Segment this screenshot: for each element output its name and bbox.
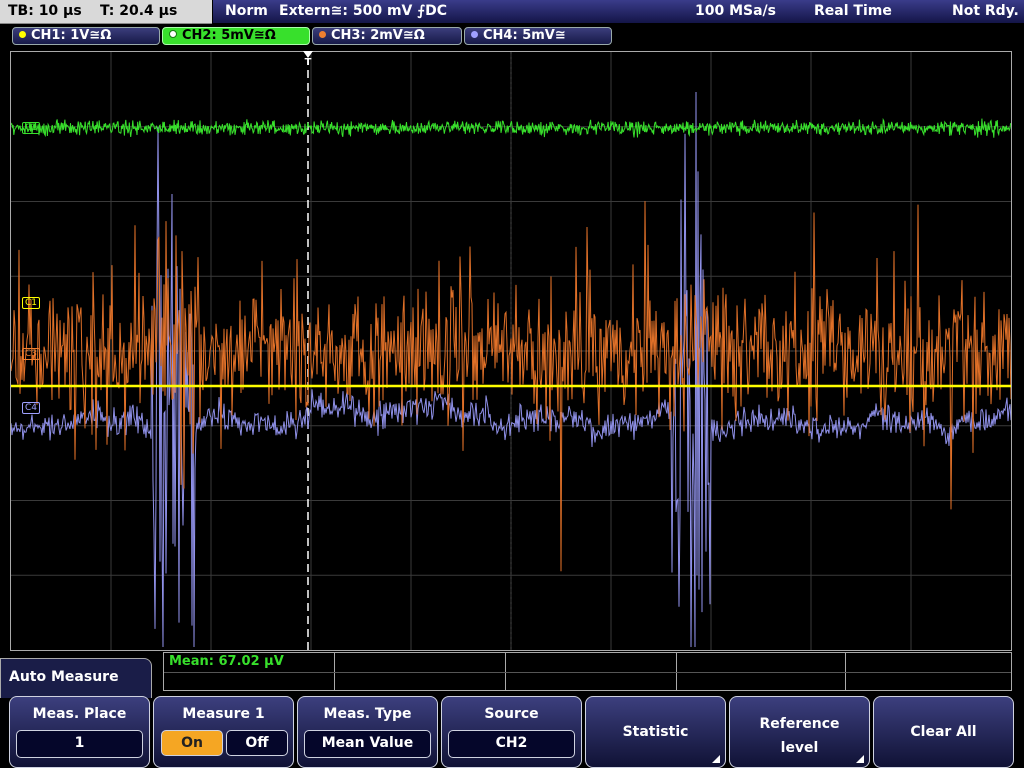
trigger-marker-label: T [304, 57, 312, 68]
meas-type-title: Meas. Type [323, 706, 412, 722]
statistic-softkey[interactable]: Statistic [585, 696, 726, 768]
measure1-title: Measure 1 [182, 706, 265, 722]
meas-place-softkey[interactable]: Meas. Place 1 [9, 696, 150, 768]
source-softkey[interactable]: Source CH2 [441, 696, 582, 768]
channel-tab-ch4[interactable]: CH4: 5mV≅ [464, 27, 612, 45]
source-title: Source [484, 706, 539, 722]
statistic-label: Statistic [622, 724, 689, 740]
ch3-ground-marker[interactable]: C3 [22, 348, 41, 360]
reference-level-label: Reference level [730, 712, 869, 760]
meas-place-title: Meas. Place [32, 706, 127, 722]
measurement-results-table [163, 652, 1012, 691]
ch1-label: CH1: 1V≅Ω [31, 28, 112, 43]
ch2-label: CH2: 5mV≅Ω [182, 28, 276, 43]
trigger-mode: Norm [225, 3, 268, 19]
submenu-arrow-icon [712, 755, 720, 763]
meas-type-value[interactable]: Mean Value [304, 730, 431, 758]
measure1-off-button[interactable]: Off [226, 730, 288, 756]
reference-level-line1: Reference [759, 716, 840, 732]
waveform-canvas [11, 52, 1011, 650]
status-bar[interactable]: Norm Extern≅: 500 mV ⨍DC 100 MSa/s Real … [213, 0, 1024, 23]
measurement-result: Mean: 67.02 µV [169, 654, 284, 669]
waveform-display[interactable]: C2 C1 C3 C4 T [10, 51, 1012, 651]
acquisition-mode: Real Time [814, 3, 892, 19]
acquisition-state: Not Rdy. [952, 3, 1019, 19]
timebase-panel[interactable]: TB: 10 µs T: 20.4 µs [0, 0, 212, 24]
ch1-color-dot [19, 31, 26, 38]
source-value[interactable]: CH2 [448, 730, 575, 758]
menu-title: Auto Measure [0, 658, 152, 698]
ch4-color-dot [471, 31, 478, 38]
measure1-on-button[interactable]: On [161, 730, 223, 756]
measurement-row-divider [164, 672, 1011, 673]
reference-level-softkey[interactable]: Reference level [729, 696, 870, 768]
submenu-arrow-icon [856, 755, 864, 763]
sample-rate: 100 MSa/s [695, 3, 777, 19]
trigger-source: Extern≅: 500 mV ⨍DC [279, 3, 448, 19]
clear-all-label: Clear All [910, 724, 977, 740]
ch3-color-dot [319, 31, 326, 38]
ch2-color-dot [169, 30, 177, 38]
channel-tab-ch1[interactable]: CH1: 1V≅Ω [12, 27, 160, 45]
ch4-label: CH4: 5mV≅ [483, 28, 566, 43]
ch2-ground-marker[interactable]: C2 [22, 122, 41, 134]
measure1-softkey[interactable]: Measure 1 On Off [153, 696, 294, 768]
ch3-label: CH3: 2mV≅Ω [331, 28, 425, 43]
channel-tab-ch3[interactable]: CH3: 2mV≅Ω [312, 27, 462, 45]
meas-type-softkey[interactable]: Meas. Type Mean Value [297, 696, 438, 768]
channel-tab-ch2[interactable]: CH2: 5mV≅Ω [162, 27, 310, 45]
trigger-time-readout: T: 20.4 µs [100, 3, 178, 19]
clear-all-softkey[interactable]: Clear All [873, 696, 1014, 768]
trigger-position-marker[interactable]: T [302, 51, 314, 68]
ch1-ground-marker[interactable]: C1 [22, 297, 41, 309]
reference-level-line2: level [780, 740, 819, 756]
timebase-readout: TB: 10 µs [8, 3, 82, 19]
ch4-ground-marker[interactable]: C4 [22, 402, 41, 414]
meas-place-value[interactable]: 1 [16, 730, 143, 758]
